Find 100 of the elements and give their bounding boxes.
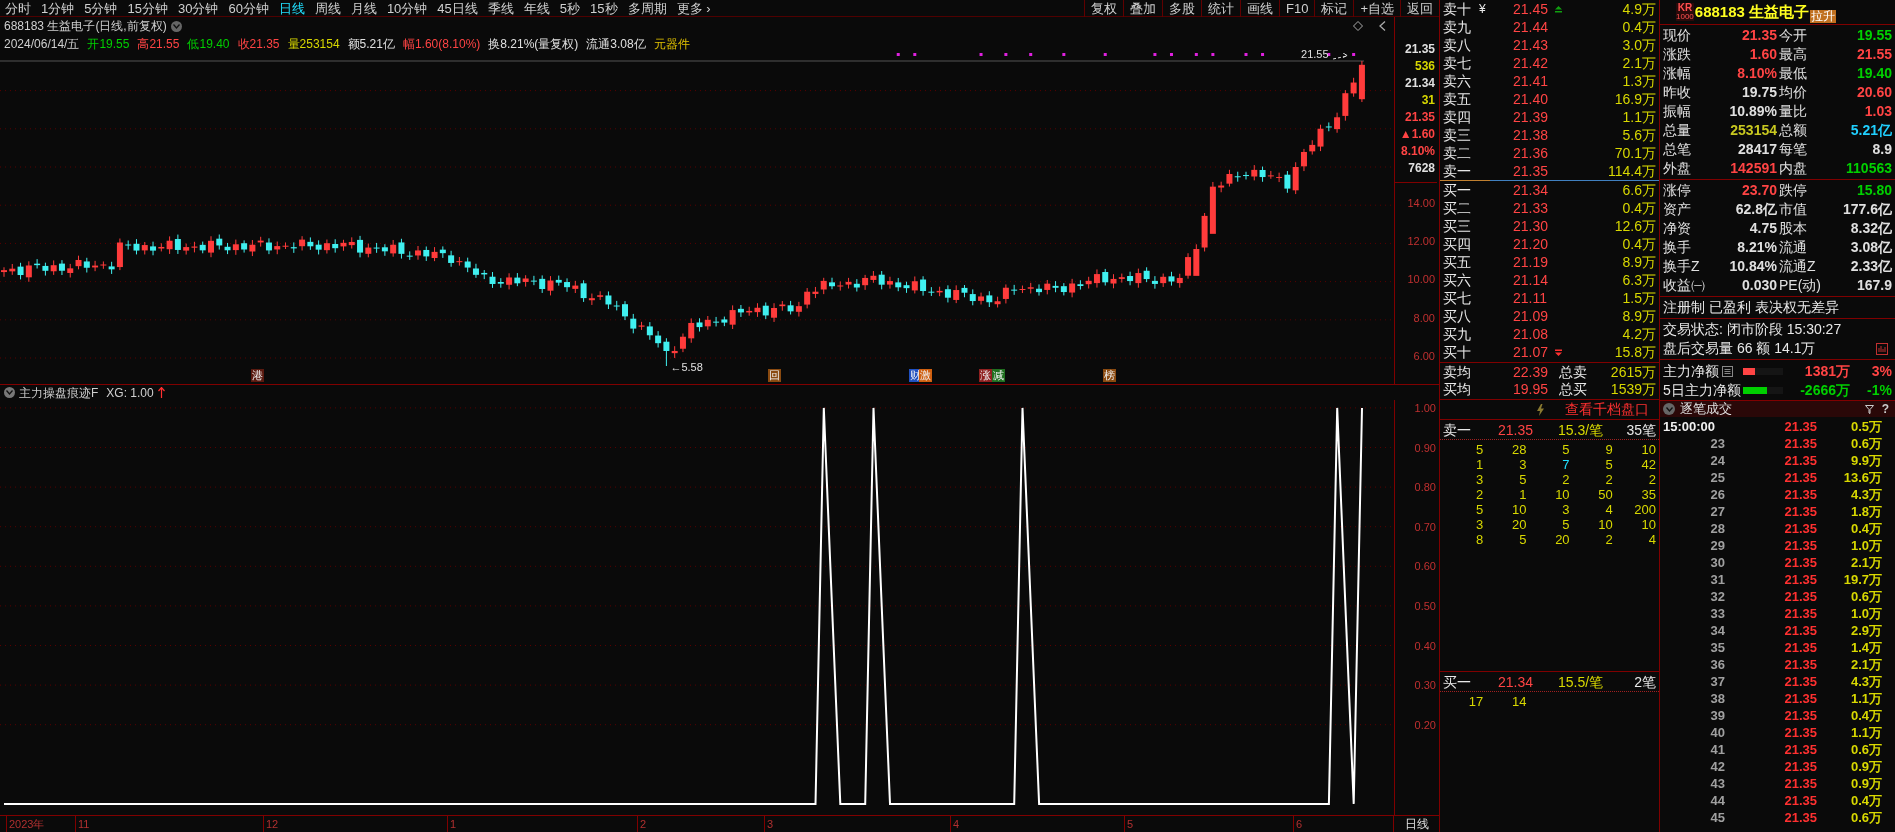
arrow-icon	[1332, 53, 1348, 60]
period-tab[interactable]: 5分钟	[79, 0, 123, 17]
trade-volume: 0.9万	[1849, 758, 1882, 775]
event-tag[interactable]: 激	[918, 369, 932, 382]
bar-chart-icon[interactable]	[1876, 342, 1888, 355]
toolbar-button[interactable]: 叠加	[1123, 0, 1162, 17]
order-volume: 2.1万	[1621, 54, 1656, 72]
quote-item: 幅1.60(8.10%)	[402, 36, 481, 53]
stat-value: 8.10%	[1736, 64, 1778, 83]
event-tag[interactable]: 港	[250, 369, 264, 382]
stat-value: 177.6亿	[1841, 200, 1892, 219]
period-tab[interactable]: 日线	[273, 0, 310, 17]
axis-quote-label: ▲1.60	[1399, 126, 1435, 143]
trade-time: 27	[1709, 503, 1725, 520]
queue-price: 21.35	[1498, 421, 1535, 440]
period-tab[interactable]: 更多 ›	[671, 0, 716, 17]
queue-label: 买一	[1443, 673, 1472, 692]
stat-label: 总笔	[1663, 140, 1692, 159]
limit-up-icon	[1555, 5, 1562, 13]
period-tab[interactable]: 月线	[345, 0, 382, 17]
toolbar-button[interactable]: 标记	[1314, 0, 1354, 17]
currency-mark: ¥	[1479, 1, 1486, 18]
time-axis-label: 2023年	[6, 816, 45, 832]
order-price: 21.39	[1512, 108, 1550, 126]
trade-time: 35	[1709, 639, 1725, 656]
axis-tick-label: 0.30	[1414, 679, 1436, 692]
trade-price: 21.35	[1783, 707, 1817, 724]
order-price: 21.11	[1512, 289, 1548, 307]
toolbar-button[interactable]: 统计	[1201, 0, 1240, 17]
stat-label: 外盘	[1663, 159, 1692, 178]
chevron-left-icon[interactable]	[1379, 21, 1386, 31]
level-label: 卖一	[1443, 162, 1471, 180]
stat-value: 21.55	[1855, 45, 1892, 64]
toolbar-button[interactable]: 多股	[1162, 0, 1201, 17]
toolbar-button[interactable]: 返回	[1400, 0, 1439, 17]
stat-label: 昨收	[1663, 83, 1692, 102]
list-icon[interactable]	[1722, 366, 1733, 377]
order-volume: 3.0万	[1621, 36, 1656, 54]
level-label: 买九	[1443, 325, 1471, 343]
period-tab[interactable]: 季线	[482, 0, 519, 17]
summary-label: 买均	[1443, 381, 1472, 398]
period-tab[interactable]: 15分钟	[122, 0, 173, 17]
trade-price: 21.35	[1783, 758, 1817, 775]
event-tag[interactable]: 回	[768, 369, 782, 382]
axis-tick-label: 14.00	[1407, 196, 1435, 211]
toolbar-button[interactable]: +自选	[1353, 0, 1400, 17]
period-tab[interactable]: 多周期	[622, 0, 672, 17]
help-button[interactable]: ?	[1878, 400, 1892, 418]
order-volume: 0.4万	[1621, 235, 1656, 253]
order-price: 21.43	[1512, 36, 1550, 54]
period-tab[interactable]: 60分钟	[223, 0, 274, 17]
period-tab[interactable]: 10分钟	[381, 0, 433, 17]
order-size: 5	[1561, 442, 1570, 457]
collapse-icon[interactable]	[1663, 403, 1675, 415]
diamond-icon[interactable]	[1353, 21, 1363, 31]
toolbar-button[interactable]: 画线	[1240, 0, 1279, 17]
toolbar-button[interactable]: F10	[1279, 0, 1315, 17]
trade-volume: 1.0万	[1849, 605, 1882, 622]
filter-icon[interactable]	[1864, 404, 1874, 414]
period-tab[interactable]: 15秒	[585, 0, 623, 17]
stat-label: 换手Z	[1663, 257, 1701, 276]
depth-link[interactable]: 查看千档盘口	[1565, 399, 1649, 420]
summary-label: 总买	[1558, 381, 1588, 398]
event-tag[interactable]: 榜	[1103, 369, 1117, 382]
trade-price: 21.35	[1783, 724, 1817, 741]
axis-quote-label: 8.10%	[1400, 143, 1435, 160]
stat-value: 28417	[1737, 140, 1778, 159]
order-size: 35	[1640, 487, 1656, 502]
axis-tick-label: 0.90	[1414, 441, 1436, 454]
order-size: 20	[1510, 517, 1527, 532]
order-size: 20	[1554, 532, 1570, 547]
summary-price: 22.39	[1512, 364, 1550, 381]
order-volume: 4.9万	[1621, 0, 1656, 18]
period-tab[interactable]: 周线	[309, 0, 346, 17]
flow-amount: 1381万	[1803, 362, 1850, 381]
period-tab[interactable]: 分时	[0, 0, 36, 17]
quote-item: 流通3.08亿	[586, 36, 646, 53]
up-arrow-icon	[157, 387, 165, 398]
event-tag[interactable]: 涨	[979, 369, 993, 382]
stat-value: 8.32亿	[1849, 219, 1892, 238]
summary-label: 总卖	[1558, 364, 1588, 381]
order-size: 5	[1604, 457, 1613, 472]
period-tab[interactable]: 45日线	[432, 0, 483, 17]
dropdown-icon[interactable]	[170, 20, 182, 32]
collapse-icon[interactable]	[4, 387, 15, 398]
order-size: 42	[1640, 457, 1656, 472]
period-tab[interactable]: 1分钟	[36, 0, 80, 17]
stat-value: 5.21亿	[1849, 121, 1892, 140]
toolbar-button[interactable]: 复权	[1084, 0, 1123, 17]
period-tab[interactable]: 年线	[518, 0, 555, 17]
period-tab[interactable]: 30分钟	[172, 0, 224, 17]
order-volume: 114.4万	[1607, 162, 1656, 180]
period-tab[interactable]: 5秒	[554, 0, 586, 17]
queue-count: 35笔	[1626, 421, 1656, 440]
order-size: 28	[1510, 442, 1527, 457]
order-volume: 0.4万	[1621, 199, 1656, 217]
trade-time: 42	[1709, 758, 1725, 775]
stat-label: 流通Z	[1779, 257, 1817, 276]
order-price: 21.44	[1512, 18, 1550, 36]
level-label: 买一	[1443, 181, 1471, 199]
